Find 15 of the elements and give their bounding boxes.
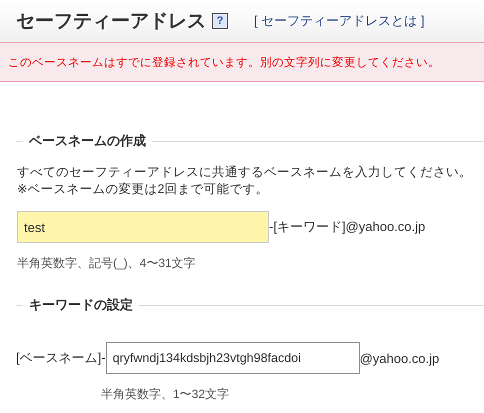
input-field[interactable]: qryfwndj134kdsbjh23vtgh98facdoi bbox=[106, 342, 360, 374]
section-heading: キーワードの設定 bbox=[28, 296, 134, 314]
prefix-text: [ベースネーム]- bbox=[16, 349, 106, 367]
description-text: すべてのセーフティーアドレスに共通するベースネームを入力してください。 bbox=[17, 164, 473, 181]
input-field[interactable]: test bbox=[17, 211, 269, 243]
help-icon[interactable]: ? bbox=[212, 13, 228, 29]
page-title: セーフティーアドレス bbox=[16, 10, 206, 34]
hint-text: 半角英数字、記号(_)、4〜31文字 bbox=[17, 255, 197, 272]
description-text: ※ベースネームの変更は2回まで可能です。 bbox=[17, 181, 270, 198]
suffix-text: -[キーワード]@yahoo.co.jp bbox=[269, 218, 426, 236]
hint-text: 半角英数字、1〜32文字 bbox=[101, 386, 230, 403]
about-link[interactable]: [ セーフティーアドレスとは ] bbox=[254, 12, 424, 30]
error-message: このベースネームはすでに登録されています。別の文字列に変更してください。 bbox=[8, 55, 440, 70]
section-heading: ベースネームの作成 bbox=[28, 132, 147, 150]
suffix-text: @yahoo.co.jp bbox=[360, 350, 440, 366]
